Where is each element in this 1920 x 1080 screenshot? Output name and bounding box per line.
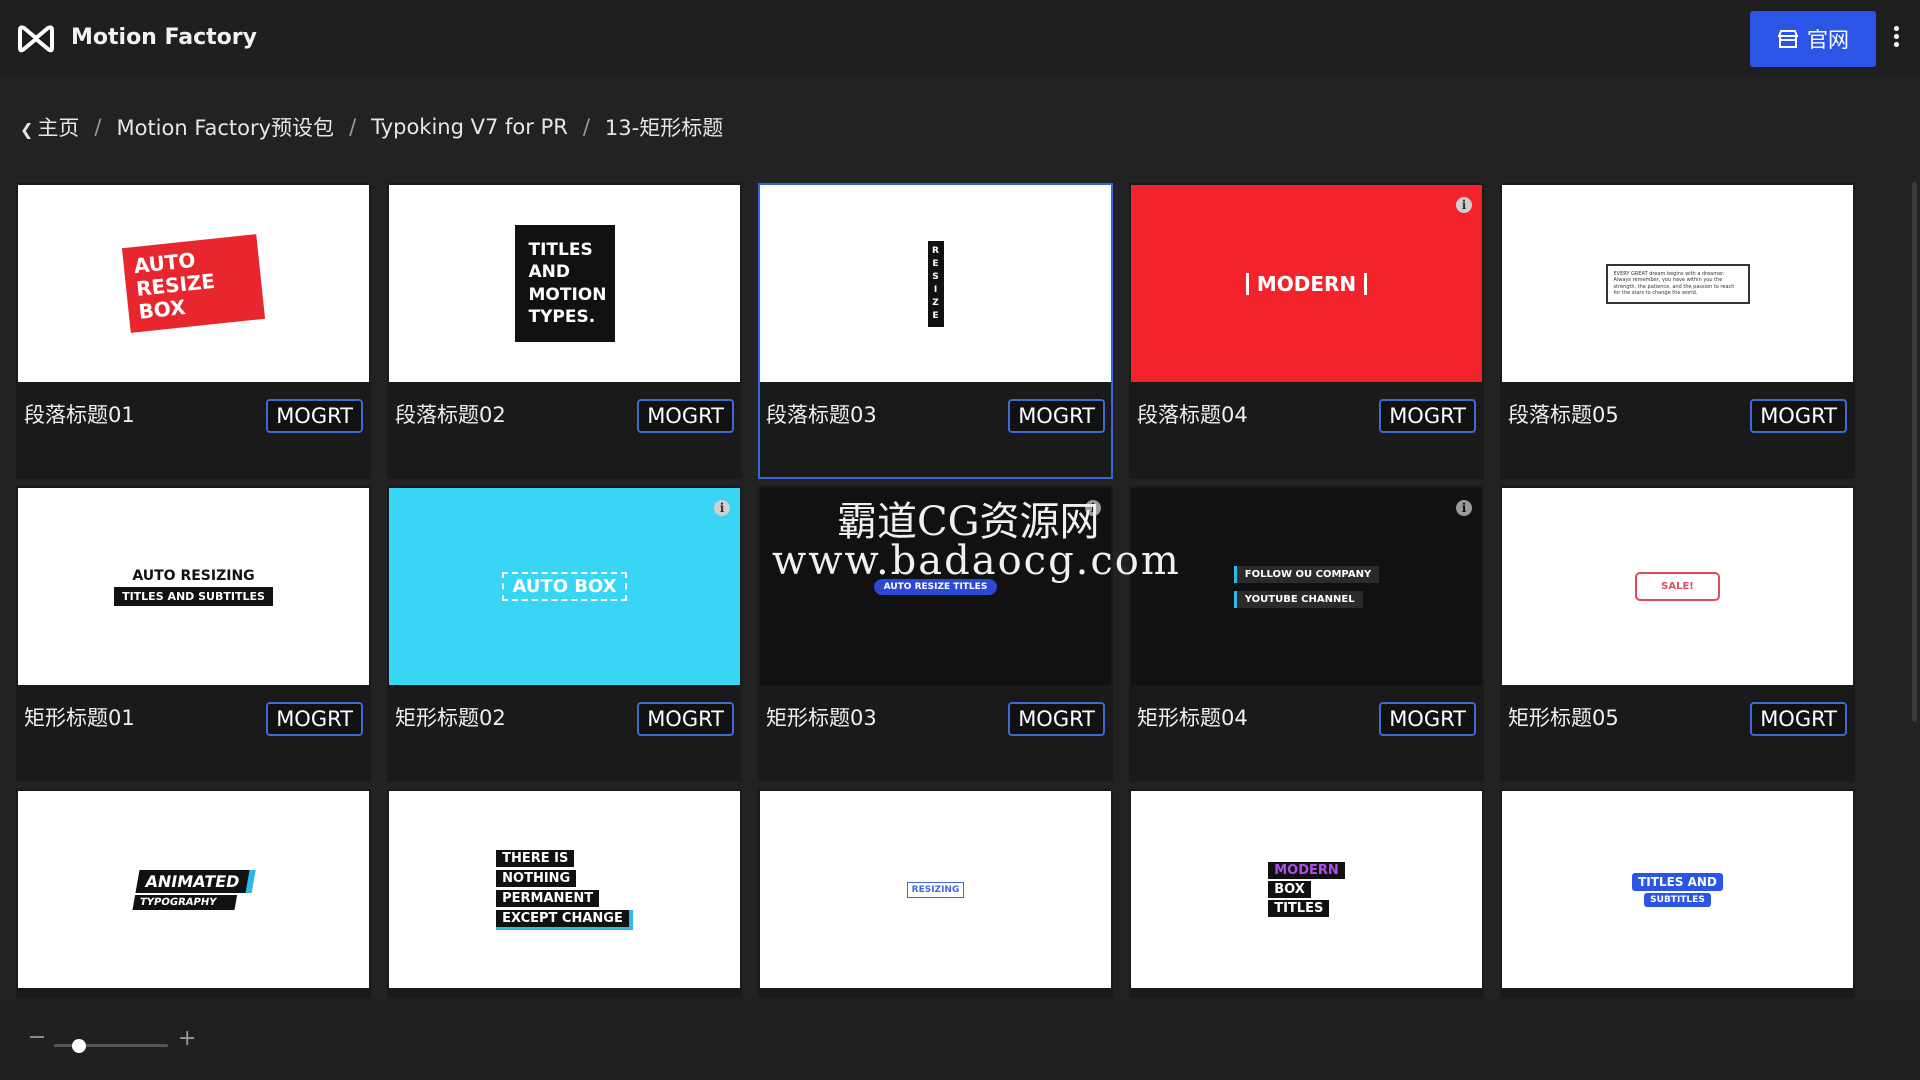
preset-label: 段落标题01 (24, 403, 135, 427)
thumb-text: TITLES AND MOTION TYPES. (514, 225, 615, 342)
motion-factory-logo-icon (18, 25, 54, 53)
chevron-left-icon: ❮ (20, 120, 34, 139)
thumb-text: YOUTUBE CHANNEL (1233, 590, 1363, 608)
thumb-text: AUTO RESIZE BOX (121, 234, 266, 333)
mogrt-badge[interactable]: MOGRT (1750, 702, 1847, 736)
preset-card[interactable]: THERE IS NOTHING PERMANENT EXCEPT CHANGE (387, 789, 742, 998)
thumb-text: MODERN (1245, 272, 1368, 295)
mogrt-badge[interactable]: MOGRT (1008, 702, 1105, 736)
preset-thumbnail: i FOLLOW OU COMPANY YOUTUBE CHANNEL (1131, 488, 1482, 685)
preset-card[interactable]: i AUTO BOX 矩形标题02 MOGRT (387, 486, 742, 782)
preset-card[interactable]: EVERY GREAT dream begins with a dreamer.… (1500, 183, 1855, 479)
thumb-text: EXCEPT CHANGE (496, 909, 633, 930)
app-title: Motion Factory (71, 25, 257, 50)
thumb-text: TITLES (1268, 900, 1330, 917)
breadcrumb-item-current: 13-矩形标题 (604, 116, 724, 140)
preset-label: 矩形标题04 (1137, 706, 1248, 730)
breadcrumb-home[interactable]: ❮ 主页 (20, 112, 79, 142)
preset-label: 矩形标题05 (1508, 706, 1619, 730)
thumb-text: BOX (1268, 881, 1311, 898)
breadcrumb-item-presets[interactable]: Motion Factory预设包 (116, 112, 334, 142)
preset-thumbnail: ANIMATED TYPOGRAPHY (18, 791, 369, 988)
preset-thumbnail: i AUTO BOX (389, 488, 740, 685)
scrollbar[interactable] (1912, 182, 1917, 722)
preset-label: 段落标题05 (1508, 403, 1619, 427)
preset-card[interactable]: TITLES AND MOTION TYPES. 段落标题02 MOGRT (387, 183, 742, 479)
preset-thumbnail: AUTO RESIZING TITLES AND SUBTITLES (18, 488, 369, 685)
mogrt-badge[interactable]: MOGRT (266, 399, 363, 433)
info-icon[interactable]: i (1456, 197, 1472, 213)
mogrt-badge[interactable]: MOGRT (637, 702, 734, 736)
preset-card[interactable]: ANIMATED TYPOGRAPHY (16, 789, 371, 998)
preset-thumbnail: TITLES AND MOTION TYPES. (389, 185, 740, 382)
preset-thumbnail: RESIZING (760, 791, 1111, 988)
official-site-button[interactable]: 官网 (1750, 11, 1876, 67)
info-icon[interactable]: i (1456, 500, 1472, 516)
zoom-in-icon[interactable]: + (178, 1028, 196, 1050)
preset-card-selected[interactable]: R E S I Z E 段落标题03 MOGRT (758, 183, 1113, 479)
thumb-text: NOTHING (496, 869, 577, 887)
thumb-text: ANIMATED (135, 869, 255, 893)
thumb-text: AUTO BOX (502, 572, 627, 601)
mogrt-badge[interactable]: MOGRT (637, 399, 734, 433)
preset-label: 矩形标题02 (395, 706, 506, 730)
preset-label: 段落标题04 (1137, 403, 1248, 427)
mogrt-badge[interactable]: MOGRT (1750, 399, 1847, 433)
thumb-text: TYPOGRAPHY (132, 894, 237, 910)
mogrt-badge[interactable]: MOGRT (1379, 399, 1476, 433)
thumb-text: FOLLOW OU COMPANY (1233, 565, 1380, 583)
breadcrumb-separator: / (94, 115, 102, 139)
thumb-vertical-text: R E S I Z E (927, 240, 944, 327)
preset-thumbnail: EVERY GREAT dream begins with a dreamer.… (1502, 185, 1853, 382)
info-icon[interactable]: i (714, 500, 730, 516)
preset-card[interactable]: RESIZING (758, 789, 1113, 998)
zoom-out-icon[interactable] (30, 1036, 44, 1038)
preset-thumbnail: SALE! (1502, 488, 1853, 685)
mogrt-badge[interactable]: MOGRT (266, 702, 363, 736)
breadcrumb-item-typoking[interactable]: Typoking V7 for PR (371, 115, 568, 139)
preset-card[interactable]: i FOLLOW OU COMPANY YOUTUBE CHANNEL 矩形标题… (1129, 486, 1484, 782)
preset-thumbnail: TITLES AND SUBTITLES (1502, 791, 1853, 988)
mogrt-badge[interactable]: MOGRT (1008, 399, 1105, 433)
thumb-text: TITLES AND SUBTITLES (114, 586, 273, 606)
preset-label: 矩形标题03 (766, 706, 877, 730)
preset-card[interactable]: TITLES AND SUBTITLES (1500, 789, 1855, 998)
thumb-text: PERMANENT (496, 889, 600, 907)
app-header: Motion Factory 官网 (0, 0, 1920, 77)
preset-grid: AUTO RESIZE BOX 段落标题01 MOGRT TITLES AND … (16, 183, 1858, 998)
preset-label: 矩形标题01 (24, 706, 135, 730)
thumb-text: EVERY GREAT dream begins with a dreamer.… (1605, 263, 1750, 304)
preset-thumbnail: MODERN BOX TITLES (1131, 791, 1482, 988)
preset-label: 段落标题02 (395, 403, 506, 427)
thumb-text: AUTO RESIZING (132, 567, 255, 584)
thumb-text: TITLES AND (1632, 872, 1723, 891)
zoom-slider-handle[interactable] (72, 1039, 86, 1053)
footer-bar (0, 998, 1920, 1080)
thumb-text: MODERN (1268, 862, 1345, 879)
preset-card[interactable]: AUTO RESIZE BOX 段落标题01 MOGRT (16, 183, 371, 479)
preset-card[interactable]: SALE! 矩形标题05 MOGRT (1500, 486, 1855, 782)
breadcrumb-separator: / (349, 115, 357, 139)
breadcrumb: ❮ 主页 / Motion Factory预设包 / Typoking V7 fo… (20, 112, 723, 142)
preset-label: 段落标题03 (766, 403, 877, 427)
official-site-label: 官网 (1807, 28, 1849, 52)
thumb-text: SALE! (1635, 572, 1720, 601)
preset-thumbnail: THERE IS NOTHING PERMANENT EXCEPT CHANGE (389, 791, 740, 988)
preset-card[interactable]: i MODERN 段落标题04 MOGRT (1129, 183, 1484, 479)
breadcrumb-separator: / (582, 115, 590, 139)
preset-thumbnail: AUTO RESIZE BOX (18, 185, 369, 382)
thumb-text: SUBTITLES (1644, 892, 1711, 907)
thumb-text: THERE IS (496, 849, 575, 867)
mogrt-badge[interactable]: MOGRT (1379, 702, 1476, 736)
store-icon (1777, 30, 1799, 48)
preset-thumbnail: R E S I Z E (760, 185, 1111, 382)
preset-thumbnail: i MODERN (1131, 185, 1482, 382)
preset-card[interactable]: AUTO RESIZING TITLES AND SUBTITLES 矩形标题0… (16, 486, 371, 782)
more-options-icon[interactable] (1888, 24, 1904, 52)
thumb-text: RESIZING (906, 881, 965, 898)
preset-card[interactable]: MODERN BOX TITLES (1129, 789, 1484, 998)
watermark-url: www.badaocg.com (772, 538, 1181, 584)
